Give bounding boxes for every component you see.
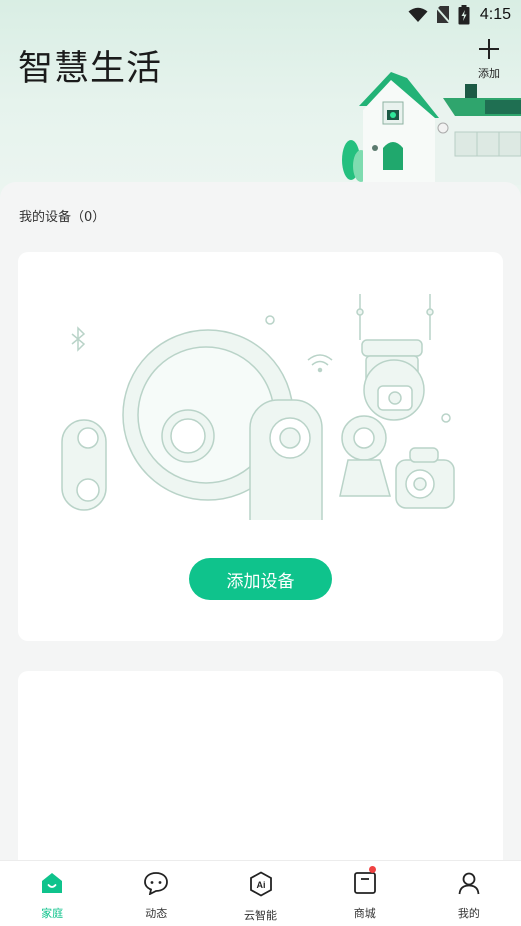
- status-bar: 4:15: [0, 0, 521, 30]
- wifi-icon: [408, 7, 428, 23]
- person-icon: [457, 871, 481, 899]
- ai-hexagon-icon: Ai: [249, 871, 273, 901]
- tab-activity-label: 动态: [145, 907, 168, 920]
- home-icon: [40, 871, 64, 899]
- page-title: 智慧生活: [18, 49, 163, 89]
- status-time: 4:15: [479, 6, 511, 23]
- svg-text:Ai: Ai: [256, 880, 265, 890]
- tab-mine[interactable]: 我的: [417, 861, 521, 926]
- bottom-tab-bar: 家庭 动态 Ai 云智能 商城 我的: [0, 860, 521, 926]
- tab-home[interactable]: 家庭: [0, 861, 104, 926]
- secondary-card: [18, 671, 503, 881]
- add-device-button[interactable]: 添加设备: [189, 558, 332, 600]
- tab-mine-label: 我的: [457, 907, 480, 920]
- tab-store[interactable]: 商城: [313, 861, 417, 926]
- battery-charging-icon: [458, 5, 470, 25]
- tab-home-label: 家庭: [41, 907, 64, 920]
- tab-store-label: 商城: [353, 907, 376, 920]
- tab-activity[interactable]: 动态: [104, 861, 208, 926]
- store-notification-dot: [368, 866, 376, 873]
- store-icon: [353, 871, 377, 899]
- house-illustration: [335, 60, 521, 185]
- tab-cloud-ai[interactable]: Ai 云智能: [208, 861, 312, 926]
- chat-bubble-icon: [143, 871, 169, 899]
- devices-illustration: [58, 290, 468, 551]
- no-sim-icon: [435, 6, 450, 24]
- my-devices-label: 我的设备（0）: [19, 210, 106, 225]
- empty-devices-card: 添加设备: [18, 252, 503, 641]
- tab-cloud-ai-label: 云智能: [244, 909, 277, 922]
